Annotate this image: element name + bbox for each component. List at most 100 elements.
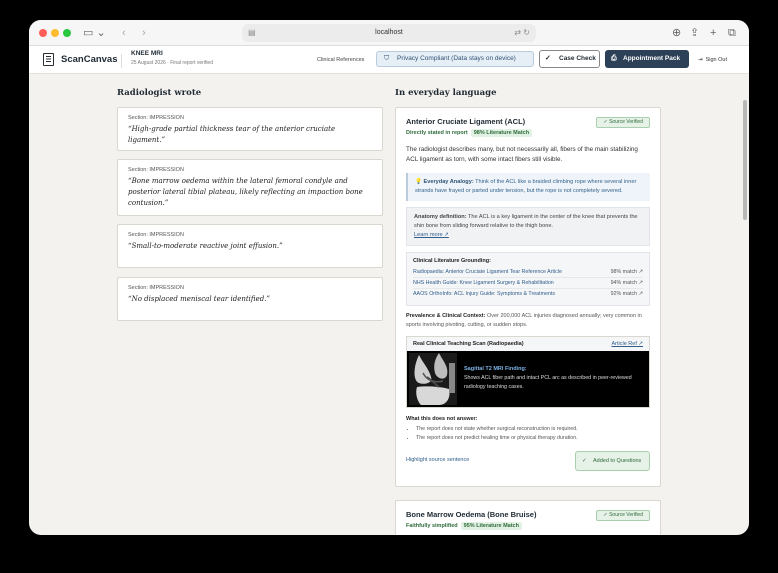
sign-out-label: Sign Out <box>705 57 728 63</box>
printer-icon: ⎙ <box>611 55 617 62</box>
main-content: Radiologist wrote Section: IMPRESSION “H… <box>29 75 749 535</box>
source-match: 92% match ↗ <box>610 291 643 297</box>
minimize-window-button[interactable] <box>51 29 59 37</box>
check-icon: ✓ <box>582 458 587 464</box>
source-verified-label: Source Verified <box>609 119 643 125</box>
source-verified-label: Source Verified <box>609 512 643 518</box>
teaching-scan-header: Real Clinical Teaching Scan (Radiopaedia… <box>407 337 649 351</box>
browser-window: ▭ ⌄ ‹ › ▤ localhost ⇄ ↻ ⊕ ⇪ + ⧉ ScanCanv… <box>29 20 749 535</box>
not-answer-list: The report does not state whether surgic… <box>406 425 650 443</box>
case-check-label: Case Check <box>559 55 596 62</box>
page-scrollbar[interactable] <box>743 100 747 220</box>
source-verified-badge: ✓ Source Verified <box>596 510 650 521</box>
sign-out-icon: ⇥ <box>698 57 703 63</box>
added-to-questions-button[interactable]: ✓ Added to Questions <box>575 451 650 471</box>
highlight-source-link[interactable]: Highlight source sentence <box>406 457 469 463</box>
learn-more-link[interactable]: Learn more ↗ <box>414 232 449 238</box>
literature-match-badge: 98% Literature Match <box>470 129 533 137</box>
clinical-references-link[interactable]: Clinical References <box>317 57 364 63</box>
impression-section-label: Section: IMPRESSION <box>128 167 184 173</box>
added-to-questions-label: Added to Questions <box>593 458 642 464</box>
source-name: Radiopaedia: Anterior Cruciate Ligament … <box>413 269 562 275</box>
not-answer-item: The report does not predict healing time… <box>416 434 650 443</box>
finding-scan-title: Sagittal T2 MRI Finding: <box>464 366 527 372</box>
impression-section-label: Section: IMPRESSION <box>128 232 184 238</box>
finding-card-bone-marrow: Bone Marrow Oedema (Bone Bruise) ✓ Sourc… <box>395 500 661 535</box>
impression-quote: “Bone marrow oedema within the lateral f… <box>128 177 363 207</box>
source-match-text: 92% match <box>610 291 638 297</box>
teaching-scan-body: Sagittal T2 MRI Finding: Shows ACL fiber… <box>407 351 649 407</box>
literature-match-badge: 95% Literature Match <box>460 522 522 530</box>
app-header: ScanCanvas KNEE MRI 25 August 2026 · Fin… <box>29 46 749 74</box>
sign-out-button[interactable]: ⇥ Sign Out <box>698 57 727 63</box>
header-divider <box>121 54 122 68</box>
lightbulb-icon: 💡 <box>415 179 422 185</box>
impression-card[interactable]: Section: IMPRESSION “No displaced menisc… <box>117 277 383 321</box>
address-bar[interactable]: ▤ localhost ⇄ ↻ <box>242 24 536 42</box>
learn-more-label: Learn more <box>414 232 443 238</box>
finding-description: The radiologist describes many, but not … <box>406 146 638 163</box>
finding-card-acl: Anterior Cruciate Ligament (ACL) ✓ Sourc… <box>395 107 661 487</box>
privacy-badge[interactable]: ⛉ Privacy Compliant (Data stays on devic… <box>376 51 534 67</box>
impression-card[interactable]: Section: IMPRESSION “Small-to-moderate r… <box>117 224 383 268</box>
download-icon[interactable]: ⊕ <box>672 26 681 40</box>
impression-quote: “Small-to-moderate reactive joint effusi… <box>128 242 283 250</box>
source-match-text: 98% match <box>610 269 638 275</box>
external-link-icon: ↗ <box>444 232 449 238</box>
teaching-scan-title: Real Clinical Teaching Scan (Radiopaedia… <box>413 341 524 347</box>
case-check-button[interactable]: ✓ Case Check <box>539 50 600 68</box>
appointment-pack-button[interactable]: ⎙ Appointment Pack <box>605 50 689 68</box>
chevron-right-icon[interactable]: › <box>142 26 146 40</box>
mri-knee-image[interactable] <box>409 353 457 405</box>
finding-status: Faithfully simplified 95% Literature Matc… <box>406 522 650 530</box>
not-answer-item: The report does not state whether surgic… <box>416 425 650 434</box>
literature-source-link[interactable]: Radiopaedia: Anterior Cruciate Ligament … <box>413 267 643 278</box>
close-window-button[interactable] <box>39 29 47 37</box>
source-match-text: 94% match <box>610 280 638 286</box>
source-verified-badge: ✓ Source Verified <box>596 117 650 128</box>
page-icon: ▤ <box>248 28 256 37</box>
source-name: AAOS OrthoInfo: ACL Injury Guide: Sympto… <box>413 291 555 297</box>
prevalence-context: Prevalence & Clinical Context: Over 200,… <box>406 312 650 330</box>
source-name: NHS Health Guide: Knee Ligament Surgery … <box>413 280 554 286</box>
radiologist-column-title: Radiologist wrote <box>117 88 202 98</box>
url-text: localhost <box>375 29 403 36</box>
finding-status: Directly stated in report 98% Literature … <box>406 129 650 137</box>
card-actions: Highlight source sentence ✓ Added to Ques… <box>406 451 650 471</box>
maximize-window-button[interactable] <box>63 29 71 37</box>
teaching-scan: Real Clinical Teaching Scan (Radiopaedia… <box>406 336 650 408</box>
impression-section-label: Section: IMPRESSION <box>128 115 184 121</box>
impression-quote: “High-grade partial thickness tear of th… <box>128 125 336 144</box>
appointment-pack-label: Appointment Pack <box>623 55 681 62</box>
prevalence-label: Prevalence & Clinical Context: <box>406 313 486 319</box>
anatomy-label: Anatomy definition: <box>414 214 467 220</box>
article-ref-link[interactable]: Article Ref ↗ <box>611 337 643 351</box>
not-answer-title: What this does not answer: <box>406 416 478 422</box>
reload-icon[interactable]: ⇄ ↻ <box>514 24 530 42</box>
literature-grounding: Clinical Literature Grounding: Radiopaed… <box>406 252 650 306</box>
share-icon[interactable]: ⇪ <box>690 26 699 40</box>
everyday-column-title: In everyday language <box>395 88 497 98</box>
tabs-icon[interactable]: ⧉ <box>728 26 736 40</box>
analogy-label: Everyday Analogy: <box>423 179 474 185</box>
source-match: 98% match ↗ <box>610 269 643 275</box>
sidebar-icon[interactable]: ▭ ⌄ <box>83 26 106 40</box>
brand-name[interactable]: ScanCanvas <box>61 54 118 65</box>
chevron-left-icon[interactable]: ‹ <box>122 26 126 40</box>
impression-card[interactable]: Section: IMPRESSION “High-grade partial … <box>117 107 383 151</box>
study-title: KNEE MRI <box>131 50 163 57</box>
finding-scan-text: Shows ACL fiber path and intact PCL arc … <box>464 375 632 390</box>
impression-section-label: Section: IMPRESSION <box>128 285 184 291</box>
finding-status-text: Directly stated in report <box>406 130 468 136</box>
finding-status-text: Faithfully simplified <box>406 523 458 529</box>
document-logo-icon <box>43 53 54 66</box>
privacy-badge-label: Privacy Compliant (Data stays on device) <box>397 55 516 62</box>
plus-icon[interactable]: + <box>710 26 716 40</box>
literature-source-link[interactable]: AAOS OrthoInfo: ACL Injury Guide: Sympto… <box>413 289 643 300</box>
source-match: 94% match ↗ <box>610 280 643 286</box>
article-ref-label: Article Ref <box>611 341 637 347</box>
literature-source-link[interactable]: NHS Health Guide: Knee Ligament Surgery … <box>413 278 643 289</box>
impression-card[interactable]: Section: IMPRESSION “Bone marrow oedema … <box>117 159 383 216</box>
check-circle-icon: ✓ <box>545 55 551 62</box>
browser-toolbar: ▭ ⌄ ‹ › ▤ localhost ⇄ ↻ ⊕ ⇪ + ⧉ <box>29 20 749 46</box>
